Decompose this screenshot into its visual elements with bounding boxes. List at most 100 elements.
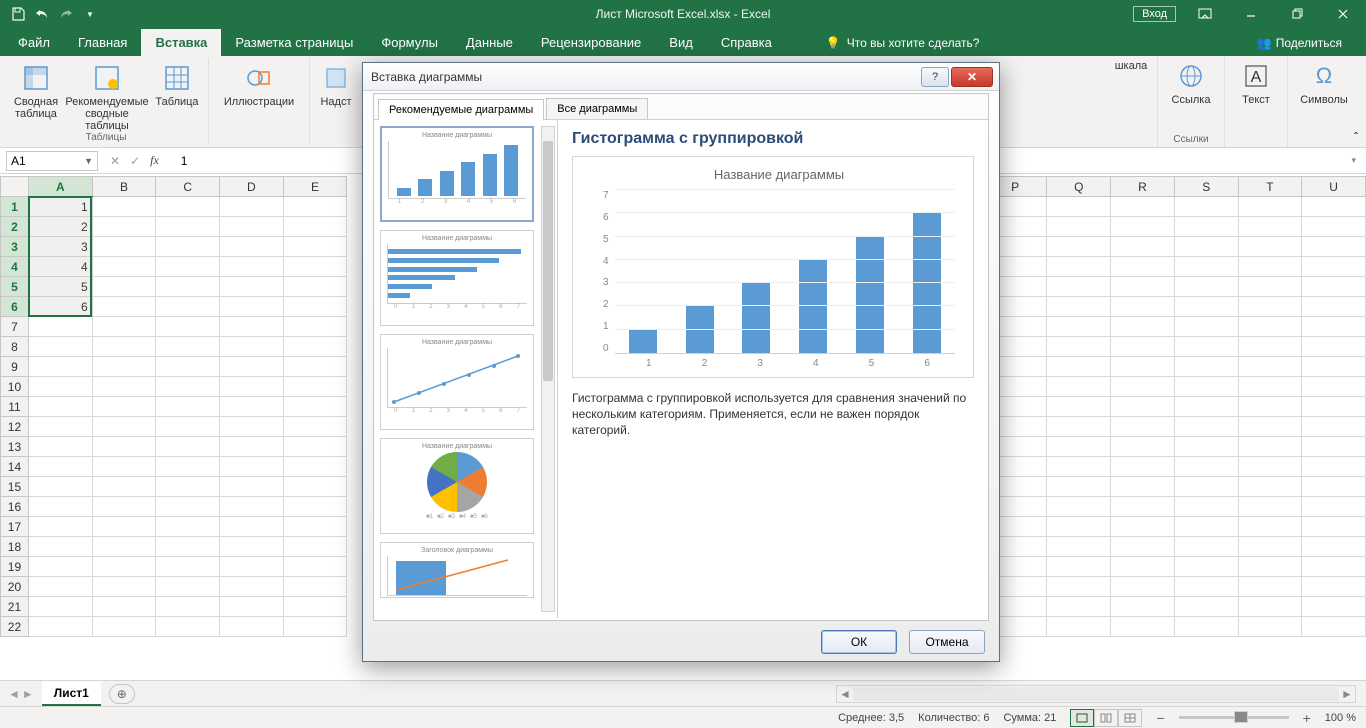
tab-help[interactable]: Справка bbox=[707, 29, 786, 56]
row-header-16[interactable]: 16 bbox=[1, 497, 29, 517]
sheet-prev-icon[interactable]: ◄ bbox=[8, 687, 20, 701]
cell-B5[interactable] bbox=[92, 277, 156, 297]
cell-S20[interactable] bbox=[1174, 577, 1238, 597]
zoom-in-icon[interactable]: + bbox=[1303, 710, 1311, 726]
col-header-D[interactable]: D bbox=[220, 177, 284, 197]
cell-A2[interactable]: 2 bbox=[28, 217, 92, 237]
cell-T15[interactable] bbox=[1238, 477, 1302, 497]
cell-C5[interactable] bbox=[156, 277, 220, 297]
cell-D3[interactable] bbox=[220, 237, 284, 257]
cell-S22[interactable] bbox=[1174, 617, 1238, 637]
cell-S15[interactable] bbox=[1174, 477, 1238, 497]
cell-B16[interactable] bbox=[92, 497, 156, 517]
cell-D7[interactable] bbox=[220, 317, 284, 337]
page-break-view-icon[interactable] bbox=[1118, 709, 1142, 727]
cell-Q17[interactable] bbox=[1047, 517, 1111, 537]
cell-E13[interactable] bbox=[283, 437, 347, 457]
cell-D18[interactable] bbox=[220, 537, 284, 557]
cell-C2[interactable] bbox=[156, 217, 220, 237]
cell-D6[interactable] bbox=[220, 297, 284, 317]
cell-Q21[interactable] bbox=[1047, 597, 1111, 617]
cell-E3[interactable] bbox=[283, 237, 347, 257]
cell-T2[interactable] bbox=[1238, 217, 1302, 237]
cell-A15[interactable] bbox=[28, 477, 92, 497]
pivot-table-button[interactable]: Сводная таблица bbox=[10, 58, 62, 120]
cell-C1[interactable] bbox=[156, 197, 220, 217]
cell-E19[interactable] bbox=[283, 557, 347, 577]
row-header-2[interactable]: 2 bbox=[1, 217, 29, 237]
cell-Q13[interactable] bbox=[1047, 437, 1111, 457]
row-header-14[interactable]: 14 bbox=[1, 457, 29, 477]
col-header-R[interactable]: R bbox=[1111, 177, 1175, 197]
cell-A4[interactable]: 4 bbox=[28, 257, 92, 277]
cell-B10[interactable] bbox=[92, 377, 156, 397]
cell-A10[interactable] bbox=[28, 377, 92, 397]
cell-R5[interactable] bbox=[1111, 277, 1175, 297]
cell-S7[interactable] bbox=[1174, 317, 1238, 337]
cell-C8[interactable] bbox=[156, 337, 220, 357]
recommended-pivot-button[interactable]: Рекомендуемые сводные таблицы bbox=[62, 58, 152, 132]
cell-R10[interactable] bbox=[1111, 377, 1175, 397]
row-header-22[interactable]: 22 bbox=[1, 617, 29, 637]
cell-E14[interactable] bbox=[283, 457, 347, 477]
cell-C19[interactable] bbox=[156, 557, 220, 577]
cell-C10[interactable] bbox=[156, 377, 220, 397]
cell-R2[interactable] bbox=[1111, 217, 1175, 237]
cell-D19[interactable] bbox=[220, 557, 284, 577]
cell-Q8[interactable] bbox=[1047, 337, 1111, 357]
cell-B21[interactable] bbox=[92, 597, 156, 617]
cell-D11[interactable] bbox=[220, 397, 284, 417]
cell-S8[interactable] bbox=[1174, 337, 1238, 357]
cell-T7[interactable] bbox=[1238, 317, 1302, 337]
cell-E8[interactable] bbox=[283, 337, 347, 357]
col-header-E[interactable]: E bbox=[283, 177, 347, 197]
cell-U17[interactable] bbox=[1302, 517, 1366, 537]
cell-Q4[interactable] bbox=[1047, 257, 1111, 277]
row-header-20[interactable]: 20 bbox=[1, 577, 29, 597]
cell-B18[interactable] bbox=[92, 537, 156, 557]
cell-Q12[interactable] bbox=[1047, 417, 1111, 437]
row-header-8[interactable]: 8 bbox=[1, 337, 29, 357]
ribbon-options-icon[interactable] bbox=[1182, 0, 1228, 28]
cell-D9[interactable] bbox=[220, 357, 284, 377]
cell-S2[interactable] bbox=[1174, 217, 1238, 237]
cell-C3[interactable] bbox=[156, 237, 220, 257]
cell-Q18[interactable] bbox=[1047, 537, 1111, 557]
cell-R16[interactable] bbox=[1111, 497, 1175, 517]
cell-D2[interactable] bbox=[220, 217, 284, 237]
select-all-corner[interactable] bbox=[1, 177, 29, 197]
thumbnails-scrollbar[interactable] bbox=[541, 126, 555, 612]
cell-S16[interactable] bbox=[1174, 497, 1238, 517]
cell-Q19[interactable] bbox=[1047, 557, 1111, 577]
dialog-tab-recommended[interactable]: Рекомендуемые диаграммы bbox=[378, 99, 544, 120]
cell-D13[interactable] bbox=[220, 437, 284, 457]
cell-D5[interactable] bbox=[220, 277, 284, 297]
cell-R8[interactable] bbox=[1111, 337, 1175, 357]
cell-S17[interactable] bbox=[1174, 517, 1238, 537]
cell-A18[interactable] bbox=[28, 537, 92, 557]
cell-S12[interactable] bbox=[1174, 417, 1238, 437]
cell-S19[interactable] bbox=[1174, 557, 1238, 577]
page-layout-view-icon[interactable] bbox=[1094, 709, 1118, 727]
cell-T21[interactable] bbox=[1238, 597, 1302, 617]
cell-A3[interactable]: 3 bbox=[28, 237, 92, 257]
cell-B17[interactable] bbox=[92, 517, 156, 537]
cell-E12[interactable] bbox=[283, 417, 347, 437]
cell-D16[interactable] bbox=[220, 497, 284, 517]
cell-T22[interactable] bbox=[1238, 617, 1302, 637]
cell-U14[interactable] bbox=[1302, 457, 1366, 477]
cancel-button[interactable]: Отмена bbox=[909, 630, 985, 654]
tab-file[interactable]: Файл bbox=[4, 29, 64, 56]
zoom-value[interactable]: 100 % bbox=[1325, 712, 1356, 724]
cell-U10[interactable] bbox=[1302, 377, 1366, 397]
cell-R4[interactable] bbox=[1111, 257, 1175, 277]
cell-U4[interactable] bbox=[1302, 257, 1366, 277]
collapse-ribbon-icon[interactable]: ˆ bbox=[1354, 130, 1358, 144]
cell-B9[interactable] bbox=[92, 357, 156, 377]
cell-Q2[interactable] bbox=[1047, 217, 1111, 237]
cell-T20[interactable] bbox=[1238, 577, 1302, 597]
cell-D15[interactable] bbox=[220, 477, 284, 497]
cell-U18[interactable] bbox=[1302, 537, 1366, 557]
cell-S6[interactable] bbox=[1174, 297, 1238, 317]
cell-E20[interactable] bbox=[283, 577, 347, 597]
